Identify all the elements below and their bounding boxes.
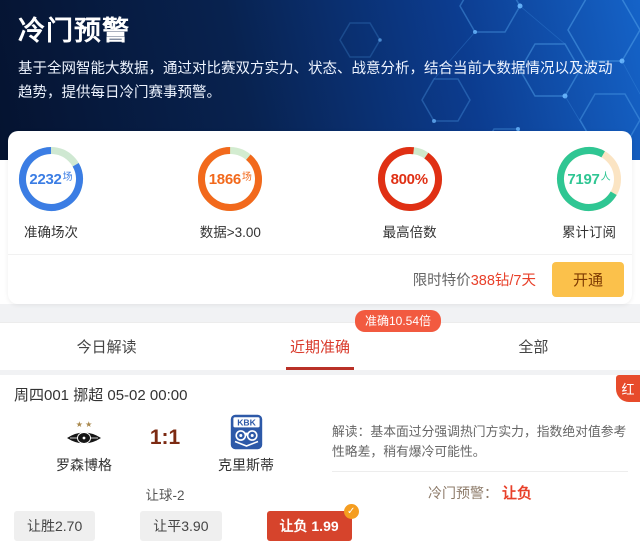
upset-warning-value: 让负 — [501, 485, 532, 502]
upset-warning: 冷门预警： 让负 — [332, 482, 628, 503]
stat-value: 800% — [390, 170, 428, 188]
match-teams-panel: ★ ★ 罗森博格 1:1 KBK 克里斯蒂 让球-2 — [0, 410, 330, 504]
stat-data-over-3: 1866 场 数据>3.00 — [187, 146, 273, 241]
rosenborg-crest-icon: ★ ★ — [67, 420, 101, 444]
match-card[interactable]: 红 周四001 挪超 05-02 00:00 ★ ★ 罗森博格 1:1 KBK … — [0, 375, 640, 546]
away-team-name: 克里斯蒂 — [218, 457, 274, 473]
odds-row: 让胜2.70 让平3.90 让负 1.99 ✓ — [0, 504, 640, 541]
home-team-logo: ★ ★ — [36, 414, 132, 450]
match-header: 周四001 挪超 05-02 00:00 — [14, 387, 188, 404]
subscribe-button[interactable]: 开通 — [551, 262, 624, 297]
subscribe-row: 限时特价 388钻/7天 开通 — [8, 254, 632, 304]
odds-pill-handicap-win[interactable]: 让胜2.70 — [14, 511, 96, 541]
price-prefix-label: 限时特价 — [412, 273, 471, 289]
svg-text:KBK: KBK — [237, 417, 256, 427]
stat-value: 7197 — [567, 170, 600, 188]
stats-card: 2232 场 准确场次 1866 场 数据>3.00 800% 最高倍数 719… — [8, 131, 632, 304]
svg-text:★ ★: ★ ★ — [76, 420, 93, 429]
stat-accurate-matches: 2232 场 准确场次 — [8, 146, 94, 241]
away-team-logo: KBK — [198, 414, 294, 450]
tab-label: 近期准确 — [289, 339, 350, 356]
page-description: 基于全网智能大数据，通过对比赛双方实力、状态、战意分析，结合当前大数据情况以及波… — [18, 61, 613, 101]
active-tab-underline — [285, 367, 354, 370]
tab-today-analysis[interactable]: 今日解读 — [0, 323, 213, 370]
away-team: KBK 克里斯蒂 — [198, 414, 294, 475]
match-analysis-panel: 解读：基本面过分强调热门方实力，指数绝对值参考性略差，稍有爆冷可能性。 冷门预警… — [330, 410, 640, 504]
stat-label: 数据>3.00 — [199, 225, 261, 240]
stat-label: 准确场次 — [24, 225, 78, 240]
stat-unit: 场 — [241, 171, 252, 183]
stat-value: 1866 — [208, 170, 241, 188]
accuracy-badge: 准确10.54倍 — [355, 310, 442, 332]
match-score: 1:1 — [149, 426, 181, 449]
result-tag-red: 红 — [616, 375, 640, 402]
stat-total-subscribers: 7197 人 累计订阅 — [546, 146, 632, 241]
stats-row: 2232 场 准确场次 1866 场 数据>3.00 800% 最高倍数 719… — [8, 131, 632, 254]
price-value: 388钻/7天 — [470, 273, 536, 289]
home-team-name: 罗森博格 — [56, 457, 112, 473]
stat-unit: 场 — [62, 171, 73, 183]
handicap-label: 让球-2 — [145, 488, 185, 503]
stat-label: 最高倍数 — [382, 225, 437, 240]
section-gap — [0, 304, 640, 322]
stat-unit: 人 — [600, 171, 611, 183]
checkmark-icon: ✓ — [343, 504, 359, 519]
stat-max-multiplier: 800% 最高倍数 — [367, 146, 453, 241]
odds-pill-handicap-draw[interactable]: 让平3.90 — [140, 511, 222, 541]
odds-label: 让负 1.99 — [279, 518, 339, 534]
tab-all[interactable]: 全部 — [427, 323, 640, 370]
analysis-text: 解读：基本面过分强调热门方实力，指数绝对值参考性略差，稍有爆冷可能性。 — [332, 424, 627, 459]
home-team: ★ ★ 罗森博格 — [36, 414, 132, 475]
analysis-label: 解读： — [332, 424, 371, 439]
kbk-crest-icon: KBK — [230, 414, 262, 450]
page-title: 冷门预警 — [18, 16, 130, 46]
odds-pill-handicap-lose-selected[interactable]: 让负 1.99 ✓ — [266, 504, 359, 541]
upset-warning-label: 冷门预警： — [428, 485, 499, 501]
stat-value: 2232 — [29, 170, 62, 188]
divider — [332, 471, 628, 472]
stat-label: 累计订阅 — [561, 225, 616, 240]
tab-bar: 准确10.54倍 今日解读 近期准确 全部 — [0, 310, 640, 370]
